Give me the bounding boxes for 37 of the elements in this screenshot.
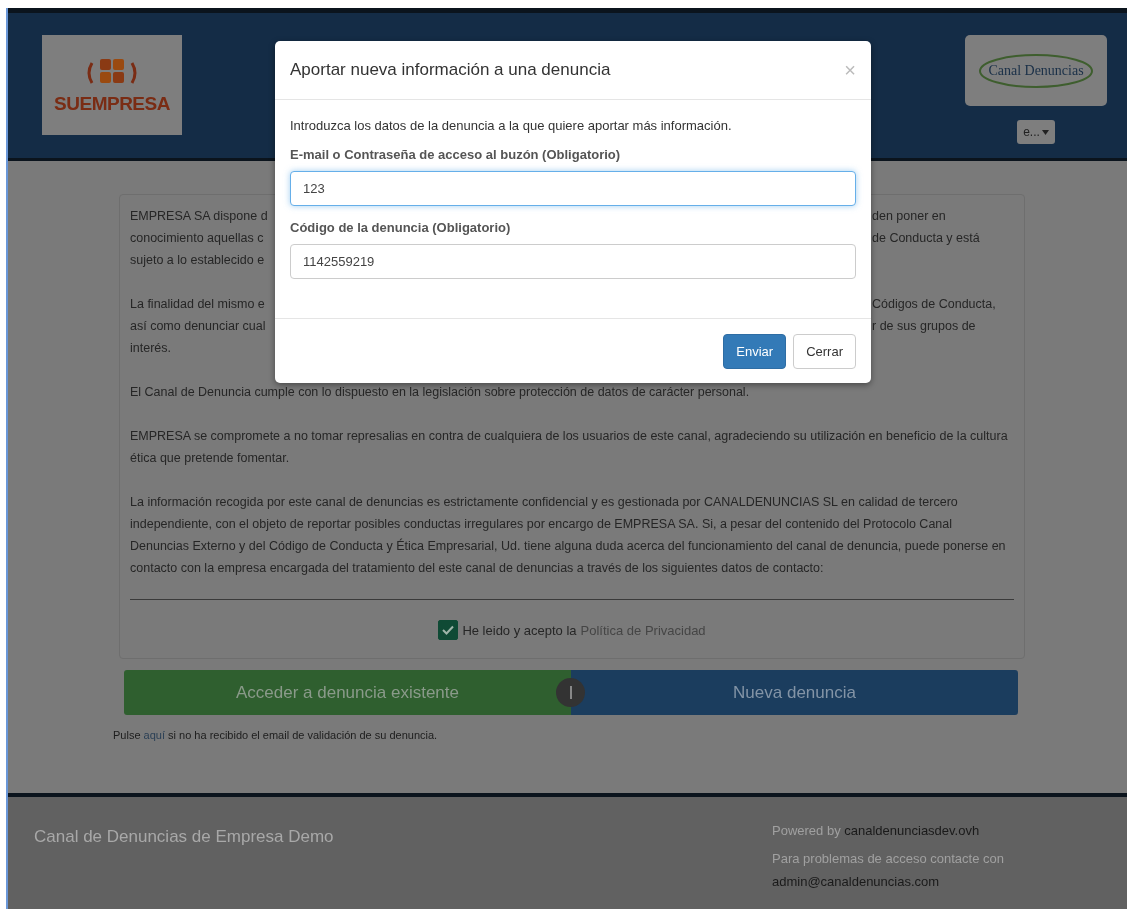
paragraph-fragment: La finalidad del mismo e [130, 296, 266, 313]
field-label: E-mail o Contraseña de acceso al buzón (Obligatorio) [290, 147, 622, 162]
contact-text: Para problemas de acceso contacte con [772, 851, 1004, 866]
input-field[interactable]: 1142559219 [290, 244, 856, 279]
powered-by-text: Powered by canaldenunciasdev.ovh [772, 823, 981, 838]
validation-note: Pulse aquí si no ha recibido el email de validación de su denuncia. [113, 729, 439, 741]
dialog-title: Aportar nueva información a una denuncia [290, 60, 611, 80]
field-label: Código de la denuncia (Obligatorio) [290, 220, 512, 235]
paragraph-fragment: EMPRESA SA dispone d [130, 208, 269, 225]
caret-icon [1041, 129, 1049, 135]
input-field[interactable]: 123 [290, 171, 856, 206]
paragraph-fragment: Códigos de Conducta, [872, 296, 997, 313]
contact-email: admin@canaldenuncias.com [772, 874, 941, 889]
paragraph-fragment: sujeto a lo establecido e [130, 252, 266, 269]
dialog-button[interactable]: Cerrar [793, 334, 856, 369]
paragraph: La información recogida por este canal de denuncias es estrictamente confidencial y es gestionada por CANALDENUNCIAS SL en calidad de tercero independiente, con el objeto de reportar posibles conductas irregulares por encargo de EMPRESA SA. Si, a pesar del contenido del Protocolo Canal Denuncias Externo y del Código de Conducta y Ética Empresarial, Ud. tiene alguna duda acerca del funcionamiento del canal de denuncia, puede ponerse en contacto con la empresa encargada del tratamiento del este canal de denuncias a través de los siguientes datos de contacto: [130, 494, 1007, 577]
check-icon [442, 625, 455, 635]
footer-title: Canal de Denuncias de Empresa Demo [34, 827, 335, 848]
language-dropdown[interactable]: e... [1017, 120, 1055, 144]
paragraph-fragment: de Conducta y está [872, 230, 981, 247]
paragraph-fragment: interés. [130, 340, 172, 357]
paragraph-fragment: den poner en [872, 208, 947, 225]
logo-text: Canal Denuncias [988, 62, 1084, 79]
consent-checkbox[interactable] [438, 620, 459, 640]
paragraph: EMPRESA se compromete a no tomar represalias en contra de cualquiera de los usuarios de este canal, agradeciendo su utilización en beneficio de la cultura ética que pretende fomentar. [130, 428, 1009, 467]
paragraph-fragment: conocimiento aquellas c [130, 230, 265, 247]
action-button[interactable]: Acceder a denuncia existente [124, 670, 571, 715]
dialog-button[interactable]: Enviar [723, 334, 787, 369]
action-button[interactable]: Nueva denuncia [571, 670, 1018, 715]
paragraph-fragment: r de sus grupos de [872, 318, 977, 335]
ellipse-logo-icon [977, 51, 1095, 91]
resend-link[interactable]: aquí [143, 729, 165, 741]
consent-label: He leido y acepto la [462, 622, 577, 638]
paragraph: El Canal de Denuncia cumple con lo dispuesto en la legislación sobre protección de datos de carácter personal. [130, 384, 751, 401]
dialog-intro: Introduzca los datos de la denuncia a la que quiere aportar más información. [290, 118, 733, 133]
logo-text: SUEMPRESA [54, 93, 170, 115]
paragraph-fragment: así como denunciar cual [130, 318, 267, 335]
